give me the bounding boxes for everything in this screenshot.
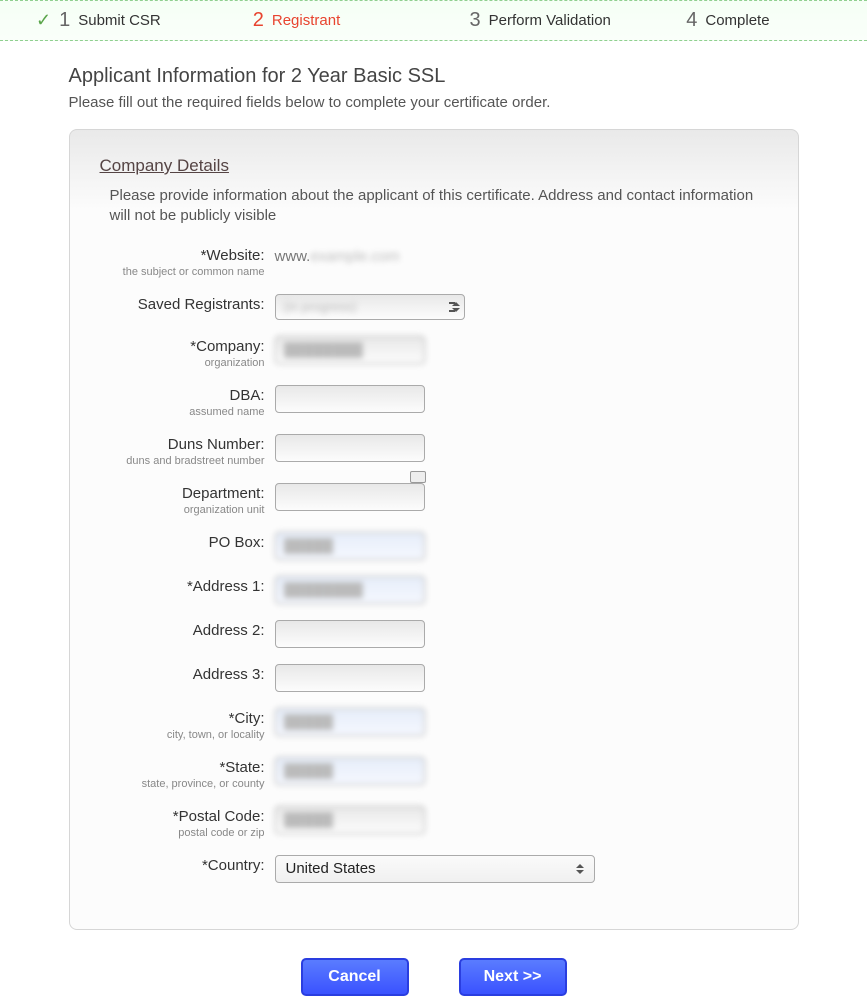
- pobox-input[interactable]: [275, 532, 425, 560]
- city-input[interactable]: [275, 708, 425, 736]
- country-value: United States: [286, 860, 376, 877]
- step-number: 4: [686, 9, 697, 32]
- department-label: Department:: [100, 485, 265, 502]
- department-input[interactable]: [275, 483, 425, 511]
- company-input[interactable]: [275, 336, 425, 364]
- city-label: *City:: [100, 710, 265, 727]
- step-complete: 4 Complete: [650, 9, 867, 32]
- website-hint: the subject or common name: [100, 266, 265, 278]
- step-number: 1: [59, 9, 70, 32]
- duns-label: Duns Number:: [100, 436, 265, 453]
- duns-hint: duns and bradstreet number: [100, 455, 265, 467]
- company-label: *Company:: [100, 338, 265, 355]
- website-value: www.example.com: [275, 245, 400, 265]
- address2-input[interactable]: [275, 620, 425, 648]
- dropdown-icon: [452, 302, 460, 312]
- address1-label: *Address 1:: [100, 578, 265, 595]
- saved-registrants-label: Saved Registrants:: [100, 296, 265, 313]
- step-submit-csr: ✓ 1 Submit CSR: [0, 9, 217, 32]
- postal-hint: postal code or zip: [100, 827, 265, 839]
- page-title: Applicant Information for 2 Year Basic S…: [69, 65, 799, 88]
- state-hint: state, province, or county: [100, 778, 265, 790]
- dba-hint: assumed name: [100, 406, 265, 418]
- next-button[interactable]: Next >>: [459, 958, 567, 996]
- address1-input[interactable]: [275, 576, 425, 604]
- duns-input[interactable]: [275, 434, 425, 462]
- step-number: 3: [470, 9, 481, 32]
- state-label: *State:: [100, 759, 265, 776]
- department-hint: organization unit: [100, 504, 265, 516]
- step-label: Submit CSR: [78, 12, 161, 29]
- website-label: *Website:: [100, 247, 265, 264]
- company-hint: organization: [100, 357, 265, 369]
- country-label: *Country:: [100, 857, 265, 874]
- postal-label: *Postal Code:: [100, 808, 265, 825]
- saved-registrants-value: (in progress): [284, 299, 357, 314]
- step-registrant: 2 Registrant: [217, 9, 434, 32]
- step-bar: ✓ 1 Submit CSR 2 Registrant 3 Perform Va…: [0, 0, 867, 41]
- address2-label: Address 2:: [100, 622, 265, 639]
- city-hint: city, town, or locality: [100, 729, 265, 741]
- page-subtitle: Please fill out the required fields belo…: [69, 94, 799, 111]
- dropdown-icon: [576, 864, 584, 874]
- step-label: Complete: [705, 12, 769, 29]
- section-title: Company Details: [100, 156, 768, 176]
- address3-label: Address 3:: [100, 666, 265, 683]
- contact-card-icon: [410, 471, 426, 483]
- postal-input[interactable]: [275, 806, 425, 834]
- step-number: 2: [253, 9, 264, 32]
- dba-input[interactable]: [275, 385, 425, 413]
- check-icon: ✓: [36, 10, 51, 31]
- saved-registrants-select[interactable]: (in progress): [275, 294, 465, 320]
- section-description: Please provide information about the app…: [110, 186, 768, 227]
- state-input[interactable]: [275, 757, 425, 785]
- pobox-label: PO Box:: [100, 534, 265, 551]
- step-label: Perform Validation: [489, 12, 611, 29]
- country-select[interactable]: United States: [275, 855, 595, 883]
- step-label: Registrant: [272, 12, 340, 29]
- footer-buttons: Cancel Next >>: [69, 958, 799, 996]
- cancel-button[interactable]: Cancel: [301, 958, 409, 996]
- step-perform-validation: 3 Perform Validation: [434, 9, 651, 32]
- dba-label: DBA:: [100, 387, 265, 404]
- address3-input[interactable]: [275, 664, 425, 692]
- company-details-panel: Company Details Please provide informati…: [69, 129, 799, 930]
